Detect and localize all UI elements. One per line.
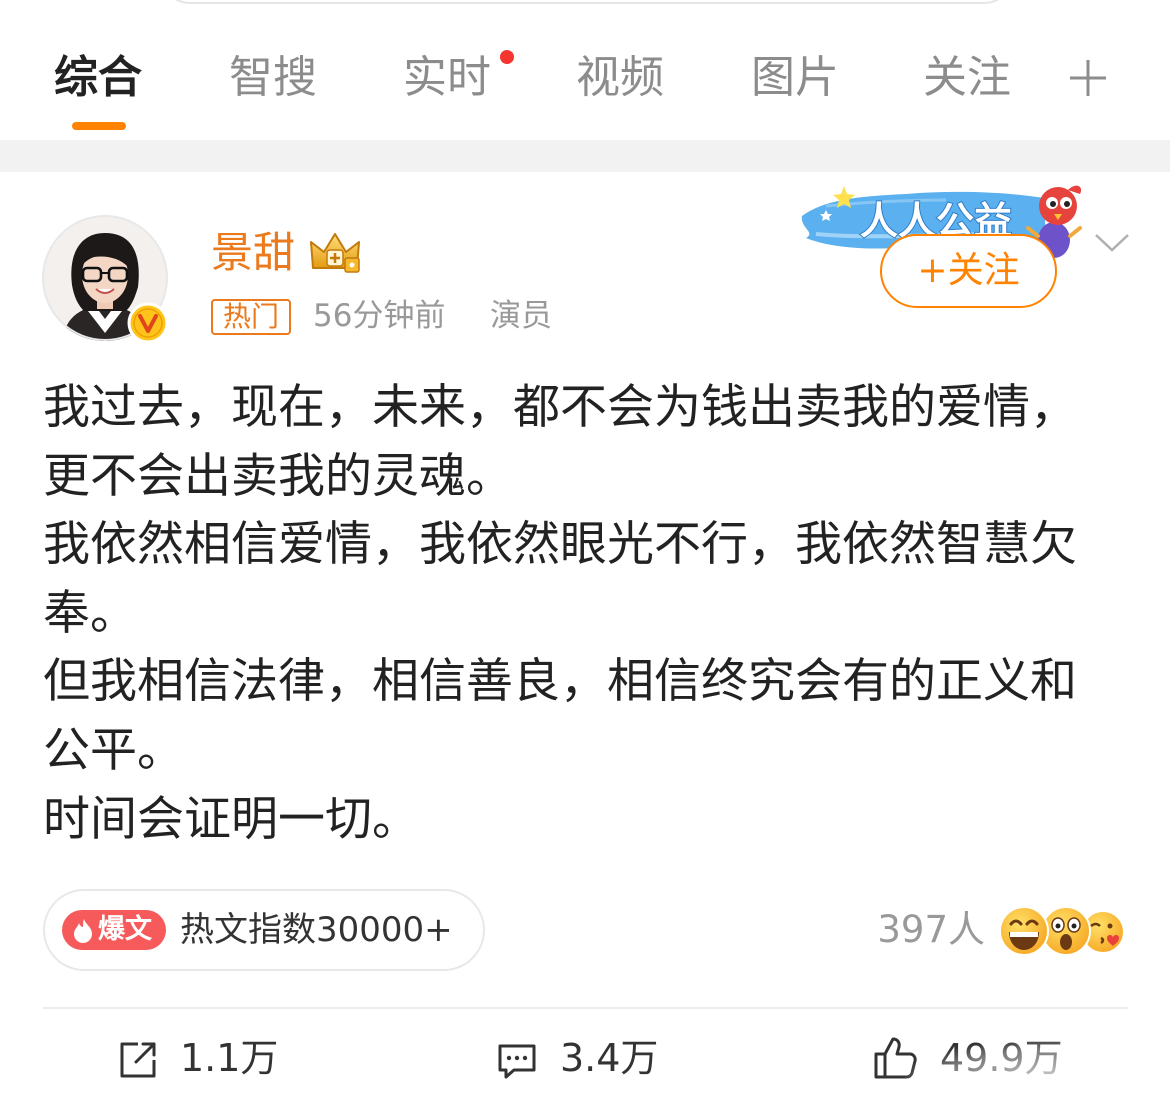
post-content: 我过去，现在，未来，都不会为钱出卖我的爱情，更不会出卖我的灵魂。 我依然相信爱情…	[43, 374, 1103, 854]
tab-label: 智搜	[229, 52, 317, 103]
tab-comprehensive[interactable]: 综合	[38, 50, 158, 106]
hot-badge-label: 爆文	[98, 914, 152, 945]
tab-images[interactable]: 图片	[735, 50, 855, 106]
tab-video[interactable]: 视频	[560, 50, 680, 106]
tab-label: 综合	[54, 52, 142, 103]
tab-smart-search[interactable]: 智搜	[213, 50, 333, 106]
divider	[43, 1007, 1128, 1009]
comment-count[interactable]: 3.4万	[560, 1035, 658, 1081]
like-count[interactable]: 49.9万	[940, 1035, 1063, 1081]
tab-label: 视频	[576, 52, 664, 103]
hot-index-text: 热文指数30000+	[180, 910, 453, 950]
reaction-count[interactable]: 397人	[877, 908, 985, 952]
repost-icon[interactable]	[116, 1038, 160, 1082]
tab-label: 关注	[923, 52, 1011, 103]
new-dot-indicator	[500, 50, 514, 64]
tab-realtime[interactable]: 实时	[387, 50, 507, 106]
content-paragraph: 但我相信法律，相信善良，相信终究会有的正义和公平。	[43, 654, 1077, 778]
hot-tag: 热门	[211, 299, 292, 335]
search-box-edge	[160, 0, 1014, 4]
section-separator	[0, 140, 1170, 172]
username[interactable]: 景甜	[211, 226, 295, 280]
plus-icon[interactable]	[1066, 56, 1110, 100]
flame-icon	[74, 919, 92, 943]
laughing-emoji	[999, 906, 1049, 956]
tab-label: 实时	[403, 52, 491, 103]
content-paragraph: 我依然相信爱情，我依然眼光不行，我依然智慧欠奉。	[43, 517, 1077, 641]
reaction-emojis[interactable]	[997, 902, 1129, 960]
hot-badge: 爆文	[62, 910, 166, 950]
crown-icon[interactable]	[307, 228, 365, 276]
active-tab-indicator	[72, 122, 126, 130]
verified-v-badge-icon	[127, 302, 169, 344]
tab-following[interactable]: 关注	[907, 50, 1027, 106]
follow-button[interactable]: +关注	[880, 234, 1057, 308]
tab-label: 图片	[751, 52, 839, 103]
comment-icon[interactable]	[495, 1038, 539, 1082]
author-title: 演员	[490, 298, 552, 334]
content-paragraph: 时间会证明一切。	[43, 791, 419, 847]
repost-count[interactable]: 1.1万	[180, 1035, 278, 1081]
post-time: 56分钟前	[313, 298, 446, 334]
content-paragraph: 我过去，现在，未来，都不会为钱出卖我的爱情，更不会出卖我的灵魂。	[43, 380, 1077, 504]
shocked-emoji	[1041, 906, 1091, 956]
thumbs-up-icon[interactable]	[871, 1034, 919, 1082]
chevron-down-icon[interactable]	[1094, 232, 1130, 254]
